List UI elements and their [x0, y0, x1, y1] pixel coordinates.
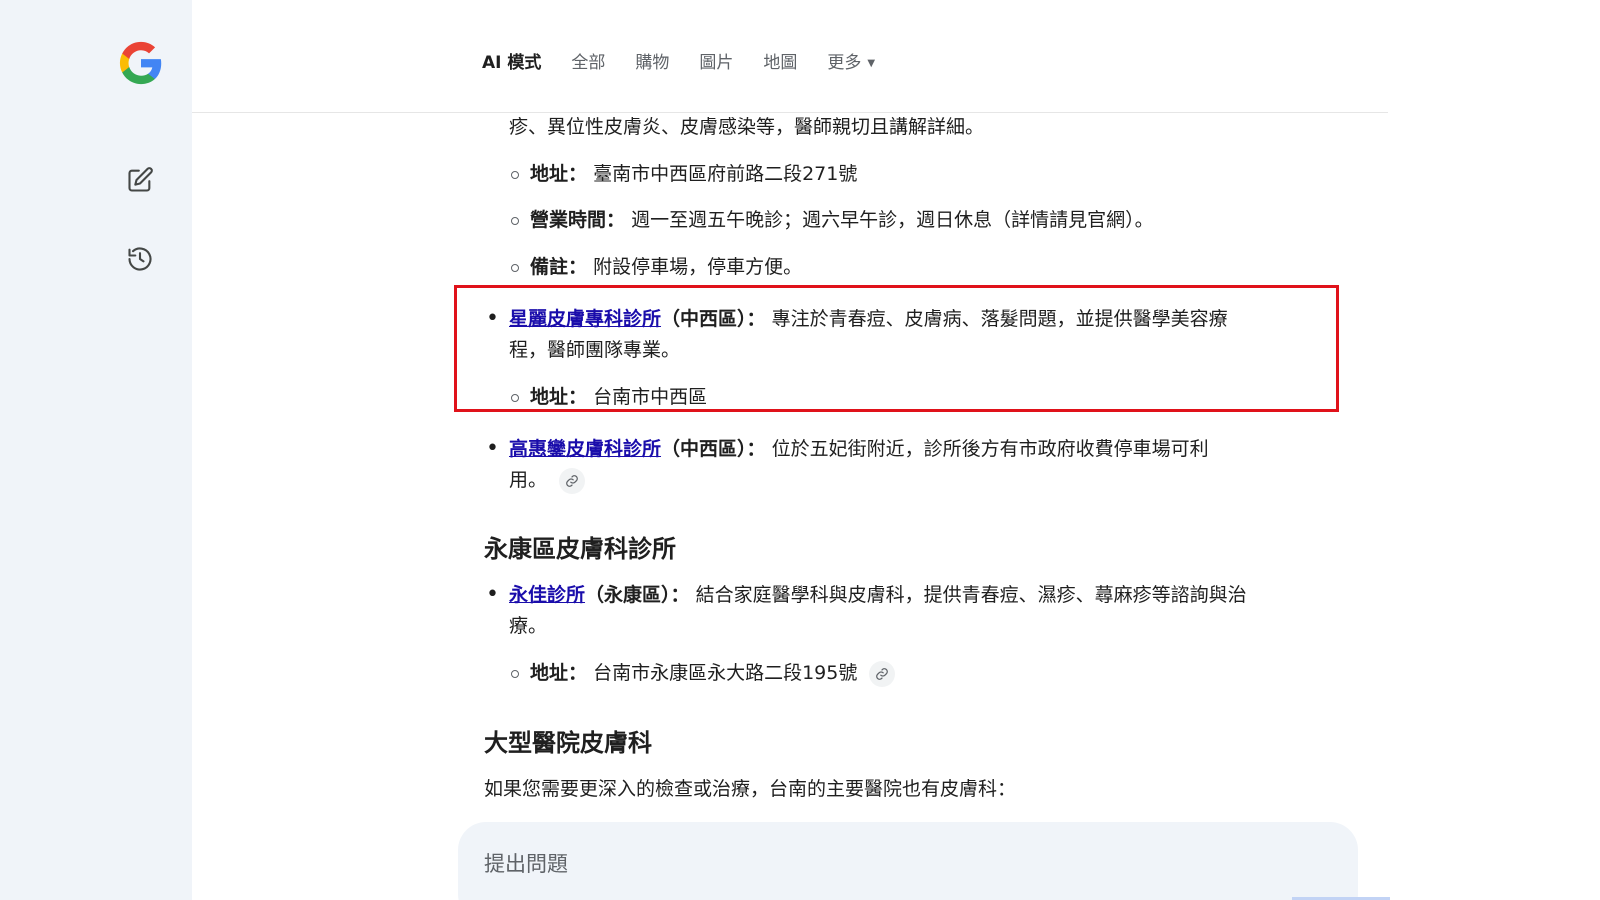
link-icon — [876, 667, 889, 680]
sub-bullet-icon — [511, 171, 519, 179]
sub-bullet-icon — [511, 217, 519, 225]
sub-bullet-icon — [511, 394, 519, 402]
district-label: （中西區）： — [661, 308, 766, 330]
section-heading-yongkang: 永康區皮膚科診所 — [484, 535, 676, 563]
hours-value: 週一至週五午晚診；週六早午診，週日休息（詳情請見官網）。 — [631, 209, 1154, 231]
bullet-icon: • — [486, 582, 499, 607]
caret-down-icon: ▼ — [867, 57, 876, 69]
ask-input[interactable] — [458, 822, 1358, 900]
note-value: 附設停車場，停車方便。 — [593, 256, 803, 278]
ask-placeholder: 提出問題 — [484, 852, 568, 876]
address-value: 台南市永康區永大路二段195號 — [593, 662, 858, 684]
clinic-desc-cont: 程，醫師團隊專業。 — [509, 339, 681, 361]
clinic-desc-cont: 療。 — [509, 615, 548, 637]
link-icon — [566, 474, 578, 487]
history-button[interactable] — [124, 243, 156, 275]
clinic-desc: 專注於青春痘、皮膚病、落髮問題，並提供醫學美容療 — [771, 308, 1228, 330]
clinic-link-gao[interactable]: 高惠鑾皮膚科診所 — [509, 438, 661, 460]
list-item: 高惠鑾皮膚科診所（中西區）： 位於五妃街附近，診所後方有市政府收費停車場可利 — [509, 434, 1209, 465]
clinic-desc-cont: 用。 — [509, 465, 586, 496]
google-logo-icon[interactable] — [118, 40, 164, 86]
clinic-link-yongjia[interactable]: 永佳診所 — [509, 584, 585, 606]
section-heading-hospital: 大型醫院皮膚科 — [484, 729, 652, 757]
source-link-button[interactable] — [559, 467, 586, 494]
clinic-desc-cont-text: 用。 — [509, 469, 548, 491]
list-item: 營業時間： 週一至週五午晚診；週六早午診，週日休息（詳情請見官網）。 — [530, 205, 1154, 236]
address-label: 地址： — [530, 163, 588, 185]
district-label: （中西區）： — [661, 438, 766, 460]
clinic-desc: 位於五妃街附近，診所後方有市政府收費停車場可利 — [771, 438, 1209, 460]
bullet-icon: • — [486, 436, 499, 461]
list-item: 地址： 台南市永康區永大路二段195號 — [530, 658, 896, 689]
continued-text: 疹、異位性皮膚炎、皮膚感染等，醫師親切且講解詳細。 — [509, 116, 985, 138]
list-item: 地址： 台南市中西區 — [530, 382, 707, 413]
history-icon — [128, 247, 152, 271]
sidebar — [0, 0, 192, 900]
note-label: 備註： — [530, 256, 588, 278]
address-value: 臺南市中西區府前路二段271號 — [593, 163, 858, 185]
tab-maps[interactable]: 地圖 — [763, 48, 797, 73]
tab-ai-mode[interactable]: AI 模式 — [482, 48, 541, 73]
source-link-button[interactable] — [869, 660, 896, 687]
clinic-link-xingli[interactable]: 星麗皮膚專科診所 — [509, 308, 661, 330]
edit-icon — [128, 167, 153, 192]
top-nav-bar: AI 模式 全部 購物 圖片 地圖 更多 ▼ — [192, 0, 1388, 113]
list-item: 備註： 附設停車場，停車方便。 — [530, 252, 802, 283]
tab-more[interactable]: 更多 ▼ — [827, 48, 875, 73]
tab-images[interactable]: 圖片 — [699, 48, 733, 73]
list-item: 地址： 臺南市中西區府前路二段271號 — [530, 159, 857, 190]
sub-bullet-icon — [511, 264, 519, 272]
bullet-icon: • — [486, 306, 499, 331]
tab-shopping[interactable]: 購物 — [635, 48, 669, 73]
district-label: （永康區）： — [585, 584, 690, 606]
hours-label: 營業時間： — [530, 209, 626, 231]
clinic-desc: 結合家庭醫學科與皮膚科，提供青春痘、濕疹、蕁麻疹等諮詢與治 — [695, 584, 1247, 606]
tab-all[interactable]: 全部 — [571, 48, 605, 73]
address-label: 地址： — [530, 386, 588, 408]
sub-bullet-icon — [511, 670, 519, 678]
address-value: 台南市中西區 — [593, 386, 708, 408]
list-item: 永佳診所（永康區）： 結合家庭醫學科與皮膚科，提供青春痘、濕疹、蕁麻疹等諮詢與治 — [509, 580, 1247, 611]
tab-more-label: 更多 — [827, 53, 862, 73]
address-label: 地址： — [530, 662, 588, 684]
search-tabs: AI 模式 全部 購物 圖片 地圖 更多 ▼ — [482, 48, 905, 73]
new-chat-button[interactable] — [124, 164, 156, 196]
hospital-intro: 如果您需要更深入的檢查或治療，台南的主要醫院也有皮膚科： — [484, 778, 1017, 800]
list-item: 星麗皮膚專科診所（中西區）： 專注於青春痘、皮膚病、落髮問題，並提供醫學美容療 — [509, 304, 1228, 335]
